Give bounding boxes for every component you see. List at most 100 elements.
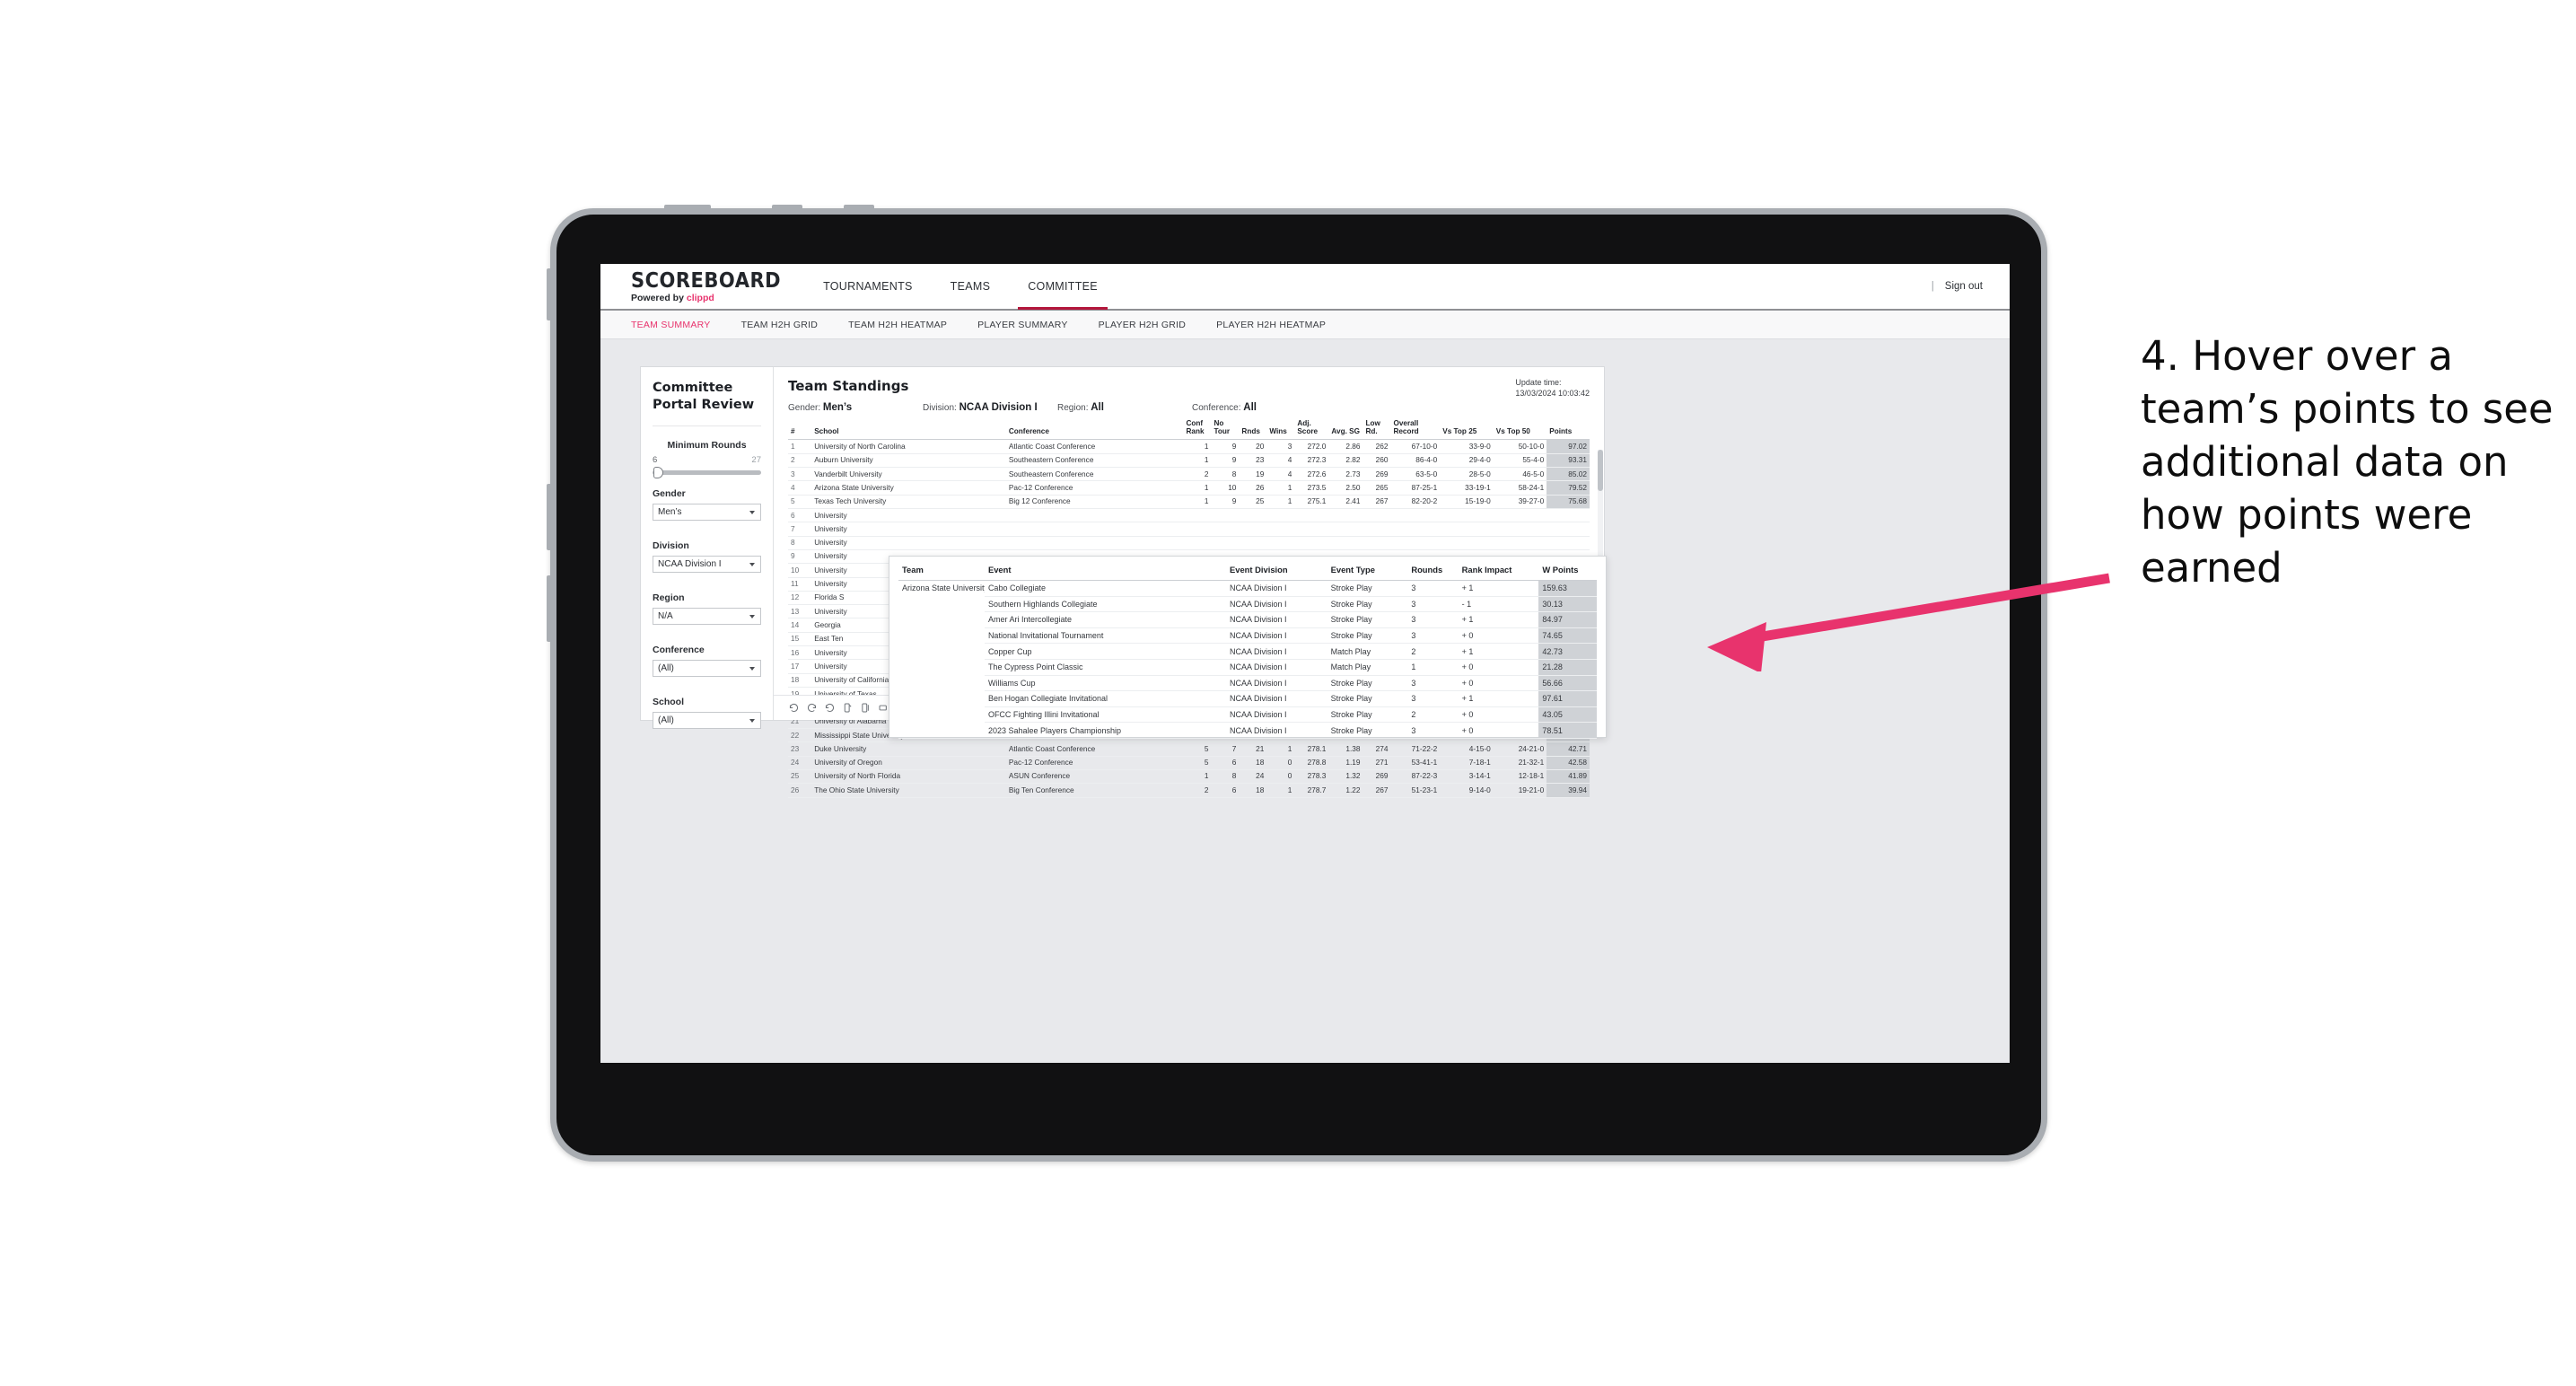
cell-conf-rank: 1 xyxy=(1183,480,1212,496)
tt-cell-team: Arizona State University xyxy=(898,580,985,739)
sign-out-link[interactable]: Sign out xyxy=(1945,281,1983,292)
tt-cell-type: Stroke Play xyxy=(1327,722,1408,739)
nav-item-teams[interactable]: TEAMS xyxy=(932,264,1010,310)
cell-vs-top-50: 55-4-0 xyxy=(1493,453,1547,469)
brand-logo[interactable]: SCOREBOARD Powered by clippd xyxy=(600,269,804,303)
table-row[interactable]: 4 Arizona State University Pac-12 Conferen… xyxy=(788,480,1590,496)
cell-vs-top-50: 19-21-0 xyxy=(1493,783,1547,798)
undo-icon[interactable] xyxy=(784,700,802,716)
tt-cell-rank-impact: + 0 xyxy=(1458,627,1539,645)
cell-vs-top-25 xyxy=(1440,522,1494,537)
cell-overall-record: 51-23-1 xyxy=(1390,783,1441,798)
cell-points[interactable]: 42.71 xyxy=(1546,741,1590,757)
col-avg-sg[interactable]: Avg. SG xyxy=(1328,419,1363,441)
cell-rank: 23 xyxy=(788,741,812,757)
table-row[interactable]: 2 Auburn University Southeastern Conferenc… xyxy=(788,453,1590,469)
cell-overall-record: 67-10-0 xyxy=(1390,439,1441,454)
gender-select[interactable]: Men’s xyxy=(653,504,761,522)
col-conference[interactable]: Conference xyxy=(1005,419,1184,441)
cell-adj-score: 278.8 xyxy=(1294,756,1329,770)
subnav-item-player-h2h-heatmap[interactable]: PLAYER H2H HEATMAP xyxy=(1216,320,1326,330)
minimum-rounds-slider-handle[interactable] xyxy=(653,467,663,479)
cell-rank: 16 xyxy=(788,645,812,661)
cell-rnds: 21 xyxy=(1239,741,1267,757)
tt-cell-type: Stroke Play xyxy=(1327,611,1408,628)
subnav-item-team-h2h-grid[interactable]: TEAM H2H GRID xyxy=(741,320,819,330)
cell-points[interactable]: 41.89 xyxy=(1546,769,1590,785)
device-button-volume-down xyxy=(547,575,553,642)
cell-points[interactable]: 75.68 xyxy=(1546,495,1590,509)
minimum-rounds-slider[interactable] xyxy=(653,467,761,479)
table-row[interactable]: 25 University of North Florida ASUN Confer… xyxy=(788,769,1590,785)
table-row[interactable]: 6 University xyxy=(788,508,1590,523)
cell-points[interactable] xyxy=(1546,536,1590,550)
table-row[interactable]: 8 University xyxy=(788,536,1590,550)
table-row[interactable]: 5 Texas Tech University Big 12 Conference 1… xyxy=(788,495,1590,509)
col-vs-top-50[interactable]: Vs Top 50 xyxy=(1493,419,1547,441)
table-row[interactable]: 1 University of North Carolina Atlantic Co… xyxy=(788,439,1590,454)
standings-scrollbar-thumb[interactable] xyxy=(1598,450,1603,491)
col-points[interactable]: Points xyxy=(1546,419,1590,441)
breadcrumb-division: Division: NCAA Division I xyxy=(923,402,1057,413)
subnav-item-player-summary[interactable]: PLAYER SUMMARY xyxy=(977,320,1068,330)
revert-icon[interactable] xyxy=(820,700,838,716)
col-rank[interactable]: # xyxy=(788,419,812,441)
cell-school: University xyxy=(811,536,1006,550)
subnav-item-player-h2h-grid[interactable]: PLAYER H2H GRID xyxy=(1099,320,1187,330)
cell-points[interactable]: 85.02 xyxy=(1546,467,1590,482)
update-time-label: Update time: xyxy=(1515,378,1562,387)
table-row[interactable]: 24 University of Oregon Pac-12 Conference 5… xyxy=(788,756,1590,770)
cell-points[interactable]: 97.02 xyxy=(1546,439,1590,454)
col-wins[interactable]: Wins xyxy=(1266,419,1295,441)
table-row[interactable]: 26 The Ohio State University Big Ten Confe… xyxy=(788,783,1590,798)
subnav-item-team-h2h-heatmap[interactable]: TEAM H2H HEATMAP xyxy=(848,320,947,330)
region-select[interactable]: N/A xyxy=(653,608,761,626)
tooltip-row: 2023 Sahalee Players Championship NCAA Di… xyxy=(898,722,1597,739)
col-vs-top-25[interactable]: Vs Top 25 xyxy=(1440,419,1494,441)
col-rnds[interactable]: Rnds xyxy=(1239,419,1267,441)
tt-cell-rounds: 3 xyxy=(1407,580,1459,597)
cell-rnds xyxy=(1239,536,1267,550)
cell-points[interactable]: 79.52 xyxy=(1546,480,1590,496)
cell-points[interactable] xyxy=(1546,522,1590,537)
cell-points[interactable] xyxy=(1546,508,1590,523)
cell-overall-record: 87-22-3 xyxy=(1390,769,1441,785)
col-low-rd[interactable]: Low Rd. xyxy=(1362,419,1391,441)
cell-avg-sg: 1.38 xyxy=(1328,741,1363,757)
nav-item-tournaments[interactable]: TOURNAMENTS xyxy=(804,264,932,310)
col-overall-record[interactable]: Overall Record xyxy=(1390,419,1441,441)
tt-cell-event: Williams Cup xyxy=(984,675,1226,692)
table-row[interactable]: 3 Vanderbilt University Southeastern Confe… xyxy=(788,467,1590,482)
table-row[interactable]: 7 University xyxy=(788,522,1590,537)
school-select[interactable]: (All) xyxy=(653,712,761,730)
division-select[interactable]: NCAA Division I xyxy=(653,556,761,574)
cell-no-tour: 9 xyxy=(1211,453,1240,469)
cell-points[interactable]: 93.31 xyxy=(1546,453,1590,469)
table-row[interactable]: 23 Duke University Atlantic Coast Conferen… xyxy=(788,741,1590,757)
conference-select[interactable]: (All) xyxy=(653,660,761,678)
cell-conference: Pac-12 Conference xyxy=(1005,480,1184,496)
tooltip-row: Williams Cup NCAA Division I Stroke Play 3 +… xyxy=(898,675,1597,692)
refresh-data-icon[interactable] xyxy=(838,700,856,716)
cell-points[interactable]: 39.94 xyxy=(1546,783,1590,798)
cell-rank: 1 xyxy=(788,439,812,454)
tt-cell-rounds: 3 xyxy=(1407,690,1459,707)
cell-vs-top-50: 12-18-1 xyxy=(1493,769,1547,785)
col-school[interactable]: School xyxy=(811,419,1006,441)
nav-item-committee[interactable]: COMMITTEE xyxy=(1009,264,1117,310)
subnav-item-team-summary[interactable]: TEAM SUMMARY xyxy=(631,320,711,330)
col-adj-score[interactable]: Adj. Score xyxy=(1294,419,1329,441)
col-no-tour[interactable]: No Tour xyxy=(1211,419,1240,441)
redo-icon[interactable] xyxy=(802,700,820,716)
cell-conference: ASUN Conference xyxy=(1005,769,1184,785)
cell-low-rd: 260 xyxy=(1362,453,1391,469)
cell-rank: 14 xyxy=(788,618,812,633)
cell-adj-score: 278.1 xyxy=(1294,741,1329,757)
pause-updates-icon[interactable] xyxy=(856,700,874,716)
cell-rank: 25 xyxy=(788,769,812,785)
cell-vs-top-25: 28-5-0 xyxy=(1440,467,1494,482)
brand-tagline-prefix: Powered by xyxy=(631,292,687,303)
cell-points[interactable]: 42.58 xyxy=(1546,756,1590,770)
col-conf-rank[interactable]: Conf Rank xyxy=(1183,419,1212,441)
cell-wins: 4 xyxy=(1266,467,1295,482)
